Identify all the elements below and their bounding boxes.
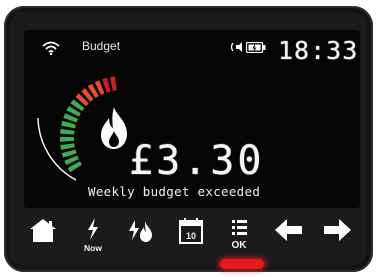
menu-list-icon (232, 220, 247, 235)
display-screen: Budget 18:33 £3.30 Weekly budget exceede… (24, 30, 360, 208)
electric-gas-icon (129, 220, 152, 242)
button-bar: Now 10 OK (24, 216, 364, 254)
budget-amount: £3.30 (129, 138, 265, 184)
battery-icon (246, 42, 266, 53)
flame-icon (101, 107, 127, 149)
gauge-segment (60, 143, 75, 150)
calendar-button[interactable]: 10 (174, 216, 208, 254)
menu-ok-button[interactable]: OK (222, 216, 256, 254)
home-icon (30, 219, 56, 242)
now-button[interactable]: Now (76, 216, 110, 254)
gauge-segment (61, 120, 76, 129)
now-label: Now (84, 243, 102, 253)
arrow-left-icon (275, 219, 302, 241)
lightning-icon (88, 218, 98, 240)
gauge-segment (61, 149, 77, 158)
clock-time: 18:33 (278, 36, 359, 65)
back-button[interactable] (272, 216, 306, 254)
gauge-segment (110, 76, 117, 91)
sound-icon (230, 42, 242, 52)
gauge-segment (59, 136, 75, 142)
calendar-day-label: 10 (185, 231, 196, 241)
gauge-segment (60, 128, 75, 135)
smart-energy-monitor: Budget 18:33 £3.30 Weekly budget exceede… (4, 6, 373, 272)
electric-gas-button[interactable] (124, 216, 158, 254)
status-indicator-light (220, 259, 264, 269)
ok-label: OK (231, 240, 247, 251)
gauge-segment (102, 77, 111, 93)
arrow-right-icon (324, 219, 351, 241)
home-button[interactable] (28, 216, 62, 254)
forward-button[interactable] (320, 216, 354, 254)
status-message: Weekly budget exceeded (88, 184, 261, 199)
